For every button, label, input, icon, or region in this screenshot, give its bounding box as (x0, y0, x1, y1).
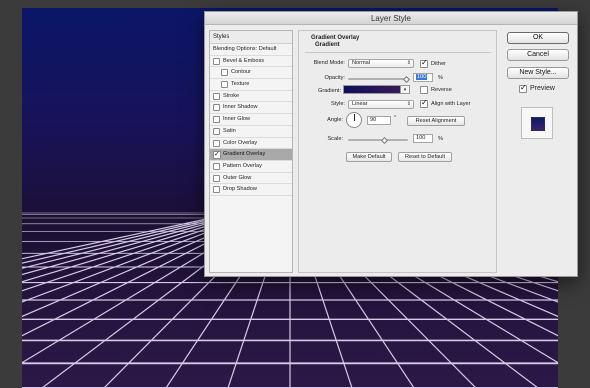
style-item[interactable]: Pattern Overlay (210, 161, 292, 173)
align-with-layer-checkbox[interactable] (420, 98, 428, 108)
style-item[interactable]: Texture (210, 79, 292, 91)
style-item-label: Drop Shadow (223, 186, 257, 193)
group-title: Gradient (315, 42, 340, 48)
scale-unit: % (438, 136, 443, 142)
reverse-label: Reverse (431, 87, 452, 93)
style-item-checkbox[interactable] (221, 81, 228, 89)
style-item-label: Texture (231, 81, 250, 88)
gradient-label: Gradient: (317, 88, 341, 94)
angle-input[interactable]: 90 (367, 116, 391, 125)
style-item-checkbox[interactable] (213, 139, 220, 147)
scale-slider[interactable] (348, 139, 408, 141)
style-item[interactable]: Bevel & Emboss (210, 56, 292, 68)
style-item-label: Color Overlay (223, 139, 258, 146)
angle-dial[interactable] (346, 112, 362, 128)
angle-unit: ° (394, 115, 397, 121)
gradient-swatch[interactable] (343, 85, 401, 94)
style-item-label: Pattern Overlay (223, 162, 262, 169)
style-item-label: Contour (231, 69, 251, 76)
style-item[interactable]: Outer Glow (210, 173, 292, 185)
opacity-slider[interactable] (348, 78, 408, 80)
opacity-input[interactable]: 100 (413, 73, 433, 82)
blending-options-item[interactable]: Blending Options: Default (210, 44, 292, 56)
preview-label: Preview (530, 85, 555, 92)
scale-value: 100 (416, 135, 426, 141)
angle-value: 90 (370, 117, 377, 123)
preview-swatch (531, 117, 545, 131)
make-default-button[interactable]: Make Default (346, 152, 392, 162)
style-label: Style: (331, 101, 345, 107)
layer-style-dialog: Layer Style Styles Blending Options: Def… (204, 11, 578, 277)
opacity-value: 100 (416, 74, 428, 80)
style-select[interactable]: Linear ⇕ (348, 100, 414, 109)
style-item-label: Inner Glow (223, 116, 251, 123)
style-item[interactable]: Gradient Overlay (210, 149, 292, 161)
style-item-label: Bevel & Emboss (223, 57, 265, 64)
group-divider (305, 52, 491, 53)
style-item-checkbox[interactable] (213, 116, 220, 124)
style-item-label: Stroke (223, 92, 240, 99)
dither-checkbox[interactable] (420, 58, 428, 68)
select-arrows-icon: ⇕ (406, 60, 411, 66)
opacity-slider-thumb[interactable] (402, 75, 411, 84)
opacity-label: Opacity: (324, 75, 345, 81)
opacity-unit: % (438, 75, 443, 81)
style-items: Bevel & Emboss Contour Texture Stroke Inner … (210, 56, 292, 196)
style-item[interactable]: Satin (210, 126, 292, 138)
blend-mode-value: Normal (352, 60, 371, 66)
style-value: Linear (352, 101, 368, 107)
angle-label: Angle: (327, 117, 343, 123)
style-item-checkbox[interactable] (213, 57, 220, 65)
workspace: Layer Style Styles Blending Options: Def… (0, 0, 590, 388)
scale-input[interactable]: 100 (413, 134, 433, 143)
section-title: Gradient Overlay (311, 35, 360, 41)
style-item-checkbox[interactable] (221, 69, 228, 77)
style-item-checkbox[interactable] (213, 92, 220, 100)
style-item-label: Satin (223, 127, 236, 134)
reset-alignment-button[interactable]: Reset Alignment (407, 116, 465, 126)
cancel-button[interactable]: Cancel (507, 49, 569, 61)
style-item-checkbox[interactable] (213, 149, 221, 161)
style-item-checkbox[interactable] (213, 104, 220, 112)
reverse-checkbox[interactable] (420, 86, 428, 94)
align-with-layer-label: Align with Layer (431, 101, 471, 107)
style-item[interactable]: Inner Glow (210, 114, 292, 126)
style-item[interactable]: Color Overlay (210, 138, 292, 150)
reset-to-default-button[interactable]: Reset to Default (398, 152, 452, 162)
style-item[interactable]: Inner Shadow (210, 102, 292, 115)
preview-checkbox[interactable] (519, 83, 527, 93)
scale-label: Scale: (327, 136, 343, 142)
dither-label: Dither (431, 61, 446, 67)
styles-header[interactable]: Styles (210, 31, 292, 44)
style-item[interactable]: Drop Shadow (210, 184, 292, 196)
gradient-dropdown-icon[interactable]: ▾ (401, 85, 410, 94)
dialog-title: Layer Style (205, 12, 577, 25)
style-item-checkbox[interactable] (213, 127, 220, 135)
style-item-label: Gradient Overlay (223, 151, 266, 158)
style-item-checkbox[interactable] (213, 186, 220, 194)
select-arrows-icon: ⇕ (406, 101, 411, 107)
styles-list: Styles Blending Options: Default Bevel &… (209, 30, 293, 273)
style-item-checkbox[interactable] (213, 174, 220, 182)
blend-mode-select[interactable]: Normal ⇕ (348, 59, 414, 68)
gradient-overlay-panel: Gradient Overlay Gradient Blend Mode: No… (298, 30, 497, 273)
ok-button[interactable]: OK (507, 32, 569, 44)
style-preview-thumbnail (521, 107, 553, 139)
style-item[interactable]: Stroke (210, 91, 292, 103)
new-style-button[interactable]: New Style... (507, 67, 569, 79)
style-item-label: Outer Glow (223, 174, 252, 181)
style-item-label: Inner Shadow (223, 104, 258, 111)
style-item-checkbox[interactable] (213, 162, 220, 170)
blend-mode-label: Blend Mode: (313, 60, 345, 66)
style-item[interactable]: Contour (210, 67, 292, 80)
